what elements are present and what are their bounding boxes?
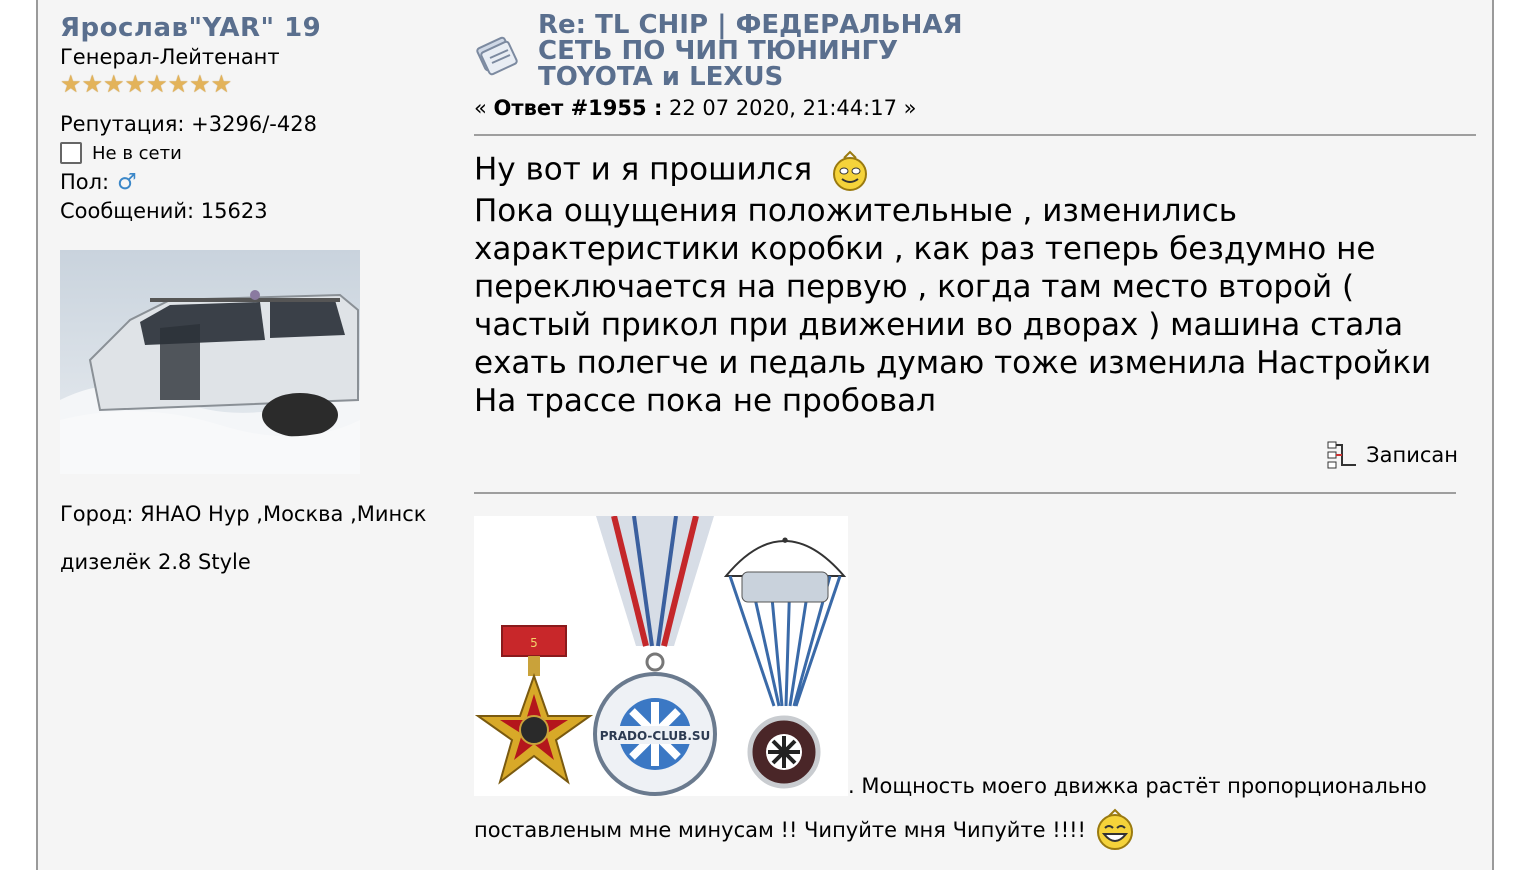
laughing-smiley-icon <box>1096 808 1133 850</box>
user-city: Город: ЯНАО Нур ,Москва ,Минск <box>60 502 427 526</box>
signature-line1: . Мощность моего движка растёт пропорцио… <box>848 774 1427 798</box>
recorded-label: Записан <box>1366 443 1458 467</box>
rank-star-icon: ★ <box>146 70 168 98</box>
signature-line2: поставленым мне минусам !! Чипуйте мня Ч… <box>474 808 1136 852</box>
svg-text:●: ● <box>782 536 788 544</box>
reply-date: 22 07 2020, 21:44:17 <box>669 96 897 120</box>
post-topic-icon <box>476 36 518 76</box>
signature-line2-text: поставленым мне минусам !! Чипуйте мня Ч… <box>474 818 1086 842</box>
ip-logged-icon <box>1327 441 1357 469</box>
user-car: дизелёк 2.8 Style <box>60 550 251 574</box>
divider <box>474 134 1476 136</box>
reply-prefix: « <box>474 96 487 120</box>
gender-row: Пол: ♂ <box>60 168 460 197</box>
avatar <box>60 250 360 474</box>
reply-info: « Ответ #1955 : 22 07 2020, 21:44:17 » <box>474 96 1476 124</box>
rank-star-icon: ★ <box>167 70 190 98</box>
rank-stars: ★ ★ ★ ★ ★ ★ ★ ★ <box>60 72 460 98</box>
post-body-first-line: Ну вот и я прошился <box>474 151 813 188</box>
reply-number[interactable]: Ответ #1955 : <box>494 96 663 120</box>
status-checkbox-icon <box>60 142 82 164</box>
rank-star-icon: ★ <box>210 70 233 98</box>
status-label: Не в сети <box>92 142 182 164</box>
signature-medals-image: 5 PRADO-CLUB.SU ● <box>474 516 848 796</box>
message-count: Сообщений: 15623 <box>60 199 268 223</box>
post-body: Ну вот и я прошился Пока ощущения положи… <box>474 150 1474 420</box>
signature-divider <box>474 492 1456 494</box>
rank-star-icon: ★ <box>103 70 125 98</box>
reputation: Репутация: +3296/-428 <box>60 112 317 136</box>
medal-club-text: PRADO-CLUB.SU <box>600 729 711 743</box>
post-content: Re: TL CHIP | ФЕДЕРАЛЬНАЯ СЕТЬ ПО ЧИП ТЮ… <box>474 12 1476 850</box>
post-body-paragraph: Пока ощущения положительные , изменились… <box>474 193 1432 419</box>
rank-star-icon: ★ <box>60 70 82 98</box>
reply-suffix: » <box>903 96 917 120</box>
poster-info: Ярослав"YAR" 19 Генерал-Лейтенант ★ ★ ★ ★ ★ ★… <box>60 12 460 574</box>
post-title-link[interactable]: Re: TL CHIP | ФЕДЕРАЛЬНАЯ СЕТЬ ПО ЧИП ТЮ… <box>538 12 998 90</box>
male-icon: ♂ <box>117 170 137 195</box>
username-link[interactable]: Ярослав"YAR" 19 <box>60 12 460 44</box>
rank-star-icon: ★ <box>189 70 211 98</box>
smiley-icon <box>832 150 867 191</box>
gender-label: Пол: <box>60 170 110 194</box>
post-body-line1: Ну вот и я прошился <box>474 150 1474 192</box>
svg-text:5: 5 <box>530 636 538 650</box>
post-header: Re: TL CHIP | ФЕДЕРАЛЬНАЯ СЕТЬ ПО ЧИП ТЮ… <box>474 12 1476 90</box>
rank-star-icon: ★ <box>81 70 104 98</box>
user-rank: Генерал-Лейтенант <box>60 45 280 69</box>
online-status: Не в сети <box>60 138 460 168</box>
forum-post: Ярослав"YAR" 19 Генерал-Лейтенант ★ ★ ★ ★ ★ ★… <box>36 0 1494 870</box>
rank-star-icon: ★ <box>124 70 147 98</box>
recorded-badge: Записан <box>1326 440 1458 470</box>
